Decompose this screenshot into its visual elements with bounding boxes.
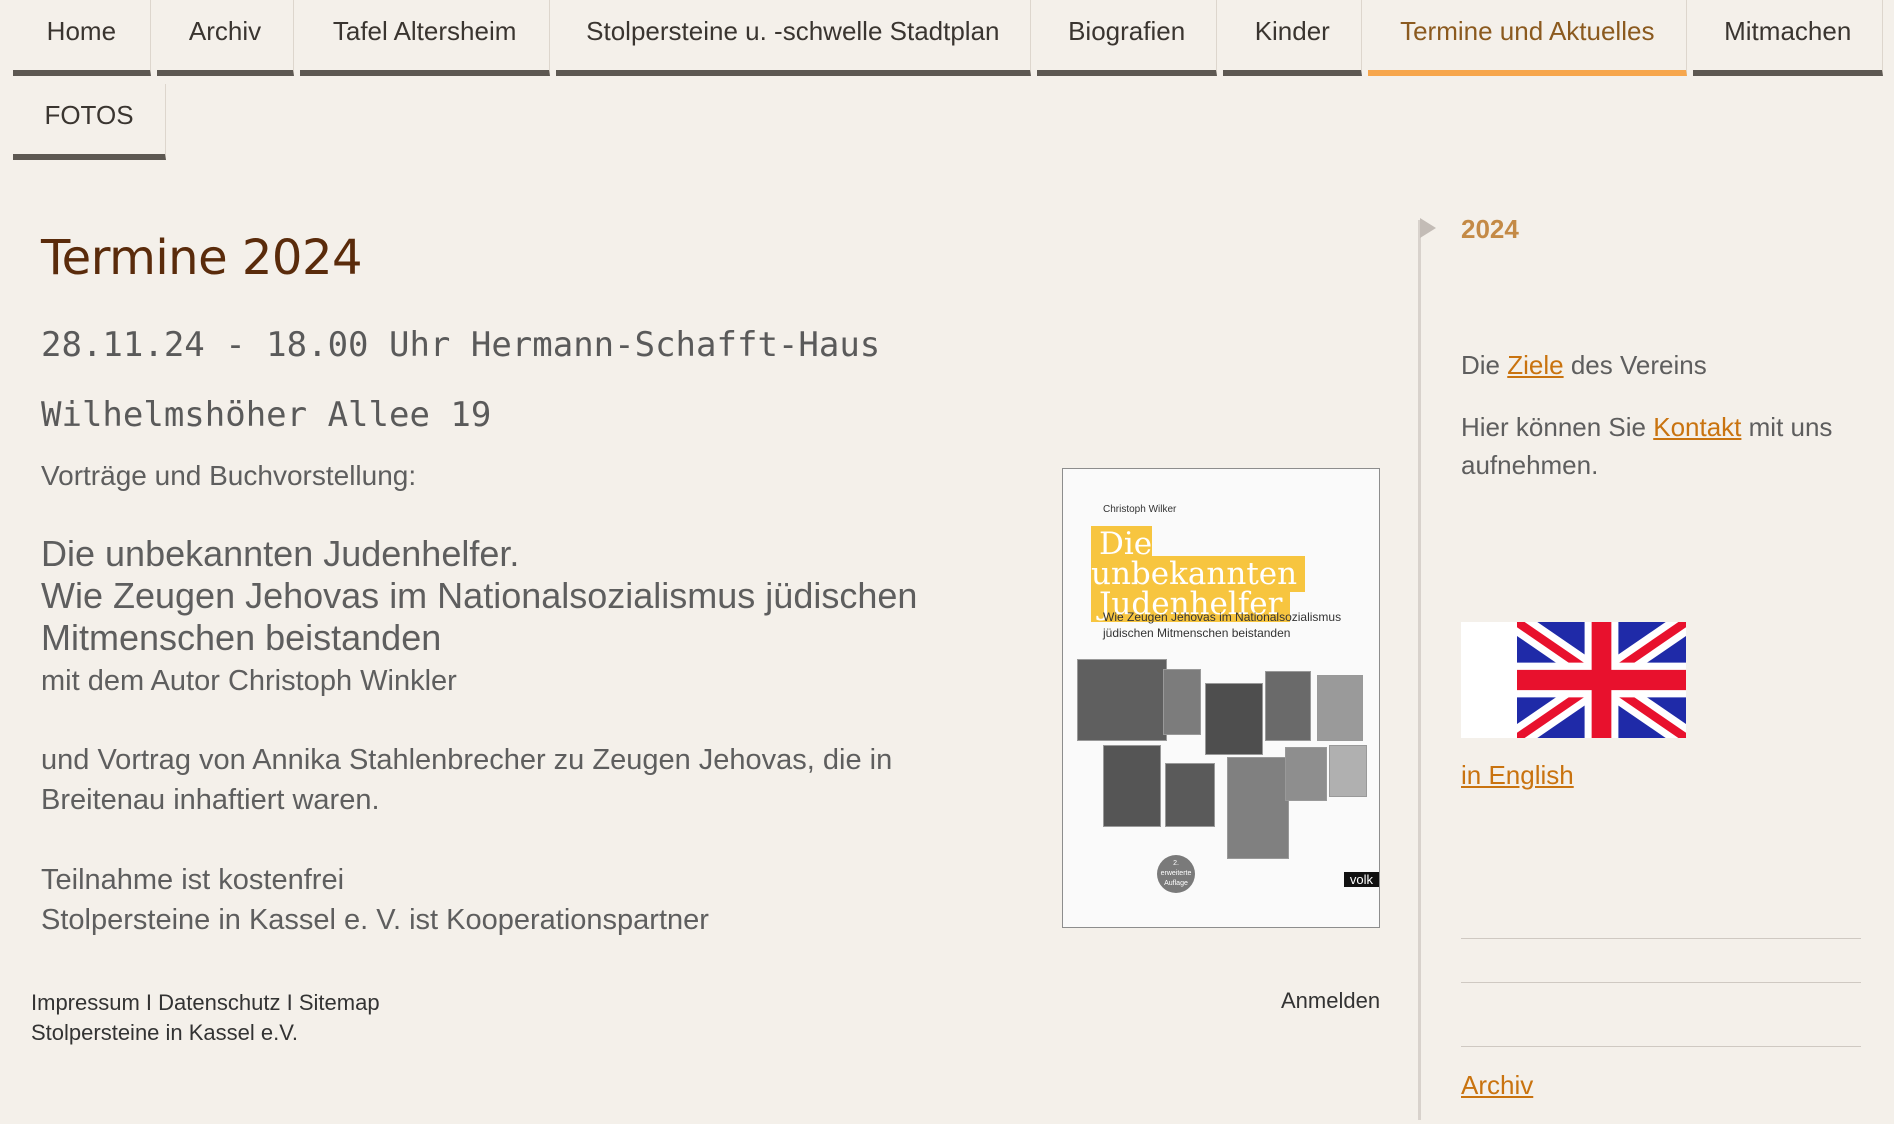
event-intro: Vorträge und Buchvorstellung: bbox=[41, 460, 417, 491]
cover-title: Die unbekannten Judenhelfer bbox=[1091, 526, 1351, 622]
contact-prefix: Hier können Sie bbox=[1461, 412, 1654, 442]
english-flag-image[interactable] bbox=[1461, 622, 1686, 738]
uk-flag-icon bbox=[1517, 622, 1686, 738]
book-title-line-2: Wie Zeugen Jehovas im Nationalsozialismu… bbox=[41, 575, 918, 658]
nav-item-archiv[interactable]: Archiv bbox=[156, 0, 295, 76]
impressum-link[interactable]: Impressum bbox=[31, 990, 140, 1015]
sidebar-archive-link[interactable]: Archiv bbox=[1461, 1070, 1533, 1101]
participation-info: Teilnahme ist kostenfrei Stolpersteine i… bbox=[41, 860, 971, 940]
cover-publisher-logo: volk bbox=[1343, 872, 1379, 887]
lecture-text: und Vortrag von Annika Stahlenbrecher zu… bbox=[41, 744, 893, 816]
portrait-photo bbox=[1265, 671, 1311, 741]
portrait-photo bbox=[1103, 745, 1161, 827]
sidebar-goals-text: Die Ziele des Vereins bbox=[1461, 350, 1707, 381]
portrait-photo bbox=[1285, 747, 1327, 801]
goals-suffix: des Vereins bbox=[1563, 350, 1707, 380]
event-date-line: 28.11.24 - 18.00 Uhr Hermann-Schafft-Hau… bbox=[41, 325, 881, 365]
nav-item-tafel-altersheim[interactable]: Tafel Altersheim bbox=[300, 0, 550, 76]
cover-edition-badge: 2. erweiterte Auflage bbox=[1157, 855, 1195, 893]
book-title: Die unbekannten Judenhelfer. Wie Zeugen … bbox=[41, 533, 941, 659]
footer-links: Impressum I Datenschutz I Sitemap bbox=[31, 988, 380, 1018]
cover-author: Christoph Wilker bbox=[1103, 504, 1177, 515]
sidebar-separator bbox=[1461, 938, 1861, 939]
sidebar-separator bbox=[1461, 982, 1861, 983]
nav-item-kinder[interactable]: Kinder bbox=[1223, 0, 1363, 76]
nav-item-termine[interactable]: Termine und Aktuelles bbox=[1368, 0, 1688, 76]
book-cover-image[interactable]: Christoph Wilker Die unbekannten Judenhe… bbox=[1062, 468, 1380, 928]
goals-link[interactable]: Ziele bbox=[1507, 350, 1563, 380]
event-address: Wilhelmshöher Allee 19 bbox=[41, 395, 492, 435]
partner-note: Stolpersteine in Kassel e. V. ist Kooper… bbox=[41, 904, 709, 936]
sidebar-arrow-icon bbox=[1420, 218, 1436, 238]
datenschutz-link[interactable]: Datenschutz bbox=[158, 990, 280, 1015]
nav-item-biografien[interactable]: Biografien bbox=[1036, 0, 1218, 76]
nav-item-stadtplan[interactable]: Stolpersteine u. -schwelle Stadtplan bbox=[555, 0, 1031, 76]
portrait-photo bbox=[1165, 763, 1215, 827]
cover-subtitle: Wie Zeugen Jehovas im Nationalsozialismu… bbox=[1103, 610, 1342, 640]
portrait-photo bbox=[1329, 745, 1367, 797]
english-link[interactable]: in English bbox=[1461, 760, 1574, 791]
sidebar-separator bbox=[1461, 1046, 1861, 1047]
sidebar-year-link[interactable]: 2024 bbox=[1461, 214, 1519, 245]
nav-item-home[interactable]: Home bbox=[13, 0, 151, 76]
sidebar-contact-text: Hier können Sie Kontakt mit uns aufnehme… bbox=[1461, 408, 1881, 484]
nav-row-1: Home Archiv Tafel Altersheim Stolperstei… bbox=[13, 0, 1883, 76]
page-title: Termine 2024 bbox=[41, 230, 363, 286]
author-line: mit dem Autor Christoph Winkler bbox=[41, 665, 457, 697]
book-title-line-1: Die unbekannten Judenhelfer. bbox=[41, 533, 520, 574]
login-link[interactable]: Anmelden bbox=[1281, 988, 1380, 1014]
sitemap-link[interactable]: Sitemap bbox=[299, 990, 380, 1015]
footer-org-name: Stolpersteine in Kassel e.V. bbox=[31, 1020, 299, 1045]
contact-link[interactable]: Kontakt bbox=[1653, 412, 1741, 442]
nav-row-2: FOTOS bbox=[13, 84, 1883, 160]
nav-item-fotos[interactable]: FOTOS bbox=[13, 84, 166, 160]
main-content: Termine 2024 28.11.24 - 18.00 Uhr Herman… bbox=[41, 230, 1381, 936]
free-admission: Teilnahme ist kostenfrei bbox=[41, 864, 345, 896]
portrait-photo bbox=[1205, 683, 1263, 755]
portrait-photo bbox=[1317, 675, 1363, 741]
cover-portrait-photos bbox=[1077, 659, 1367, 859]
nav-item-mitmachen[interactable]: Mitmachen bbox=[1693, 0, 1883, 76]
sidebar-divider bbox=[1418, 220, 1421, 1120]
portrait-photo bbox=[1227, 757, 1289, 859]
footer-separator: I bbox=[286, 990, 293, 1015]
footer-separator: I bbox=[145, 990, 153, 1015]
goals-prefix: Die bbox=[1461, 350, 1508, 380]
portrait-photo bbox=[1163, 669, 1201, 735]
portrait-photo bbox=[1077, 659, 1167, 741]
footer: Impressum I Datenschutz I Sitemap Stolpe… bbox=[31, 988, 380, 1048]
main-navigation: Home Archiv Tafel Altersheim Stolperstei… bbox=[13, 0, 1883, 160]
cover-title-line-1: Die unbekannten bbox=[1091, 526, 1306, 592]
